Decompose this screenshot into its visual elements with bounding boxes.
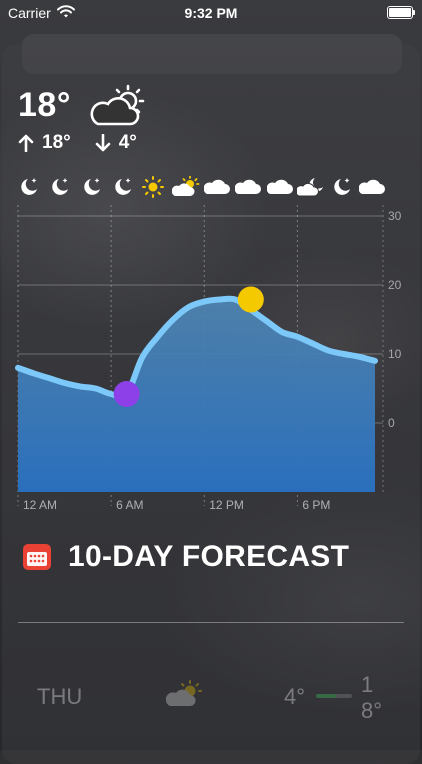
high-temperature-marker: [237, 286, 264, 313]
high-temperature: 18°: [42, 132, 71, 153]
y-tick-label: 0: [388, 416, 395, 430]
divider: [18, 622, 404, 623]
forecast-header: 10-DAY FORECAST: [22, 540, 349, 574]
temperature-chart: 30 20 10 0 12 AM 6 AM 12 PM 6 PM: [15, 205, 402, 512]
status-bar: Carrier 9:32 PM: [0, 0, 422, 26]
x-tick-label: 12 PM: [209, 498, 244, 512]
temperature-range-bar: [316, 694, 352, 698]
low-temperature-marker: [113, 381, 140, 408]
battery-icon: [387, 6, 415, 19]
forecast-day-high: 18°: [361, 672, 383, 723]
x-tick-label: 6 PM: [302, 498, 330, 512]
forecast-day-name: THU: [37, 684, 83, 709]
forecast-day-row[interactable]: THU 4° 18°: [0, 668, 422, 728]
calendar-icon: [23, 544, 51, 570]
current-temperature: 18°: [18, 86, 71, 124]
forecast-title: 10-DAY FORECAST: [68, 540, 350, 573]
arrow-down-icon: [95, 134, 111, 152]
low-temperature: 4°: [118, 132, 137, 153]
hourly-condition-icons: [0, 176, 422, 204]
y-tick-label: 10: [388, 347, 402, 361]
temperature-range-fill: [316, 694, 336, 698]
y-tick-label: 30: [388, 209, 402, 223]
cloud-sun-icon: [88, 84, 150, 133]
high-low-temperatures: 18° 4°: [18, 132, 141, 154]
x-tick-label: 12 AM: [23, 498, 57, 512]
status-time: 9:32 PM: [184, 5, 238, 21]
temperature-area: [18, 298, 375, 492]
x-tick-label: 6 AM: [116, 498, 143, 512]
arrow-up-icon: [18, 134, 34, 152]
forecast-day-low: 4°: [284, 684, 306, 709]
cloud-sun-icon: [165, 680, 202, 713]
y-tick-label: 20: [388, 278, 402, 292]
